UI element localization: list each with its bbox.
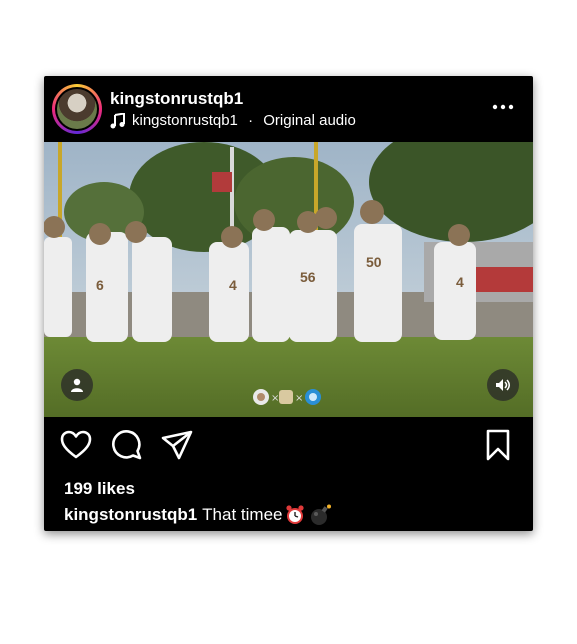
post-card: kingstonrustqb1 kingstonrustqb1 · Origin… xyxy=(44,76,533,531)
caption-text: That timee xyxy=(202,505,283,524)
svg-text:×: × xyxy=(271,393,279,404)
action-bar xyxy=(44,428,533,468)
heart-icon[interactable] xyxy=(59,428,93,462)
like-count[interactable]: 199 likes xyxy=(64,479,135,499)
caption-username[interactable]: kingstonrustqb1 xyxy=(64,505,197,525)
audio-separator: · xyxy=(243,112,258,129)
speaker-icon xyxy=(496,379,510,391)
more-dots-icon[interactable] xyxy=(491,100,515,114)
audio-label: Original audio xyxy=(263,112,356,129)
video-frame: 6 4 56 50 4 xyxy=(44,142,533,417)
profile-avatar[interactable] xyxy=(52,84,102,134)
audio-user: kingstonrustqb1 xyxy=(132,112,238,129)
jersey-number: 4 xyxy=(456,274,464,290)
jersey-number: 6 xyxy=(96,277,104,293)
send-icon[interactable] xyxy=(160,428,194,462)
sticker-emoji-icon: × × xyxy=(253,389,321,405)
bomb-icon xyxy=(311,504,332,525)
post-caption: kingstonrustqb1 That timee xyxy=(64,504,333,526)
sound-toggle-button[interactable] xyxy=(487,369,519,401)
post-media[interactable]: 6 4 56 50 4 × × xyxy=(44,142,533,417)
jersey-number: 56 xyxy=(300,269,316,285)
bookmark-icon[interactable] xyxy=(483,428,513,462)
music-note-icon xyxy=(110,112,125,128)
jersey-number: 4 xyxy=(229,277,237,293)
avatar-image xyxy=(55,87,99,131)
alarm-clock-icon xyxy=(286,505,305,524)
audio-row[interactable]: kingstonrustqb1 · Original audio xyxy=(110,112,356,129)
user-tag-button[interactable] xyxy=(61,369,93,401)
jersey-number: 50 xyxy=(366,254,382,270)
svg-text:×: × xyxy=(295,393,303,404)
post-username[interactable]: kingstonrustqb1 xyxy=(110,89,243,109)
post-header: kingstonrustqb1 kingstonrustqb1 · Origin… xyxy=(44,76,533,142)
user-tag-icon xyxy=(71,378,83,392)
comment-icon[interactable] xyxy=(109,428,143,462)
